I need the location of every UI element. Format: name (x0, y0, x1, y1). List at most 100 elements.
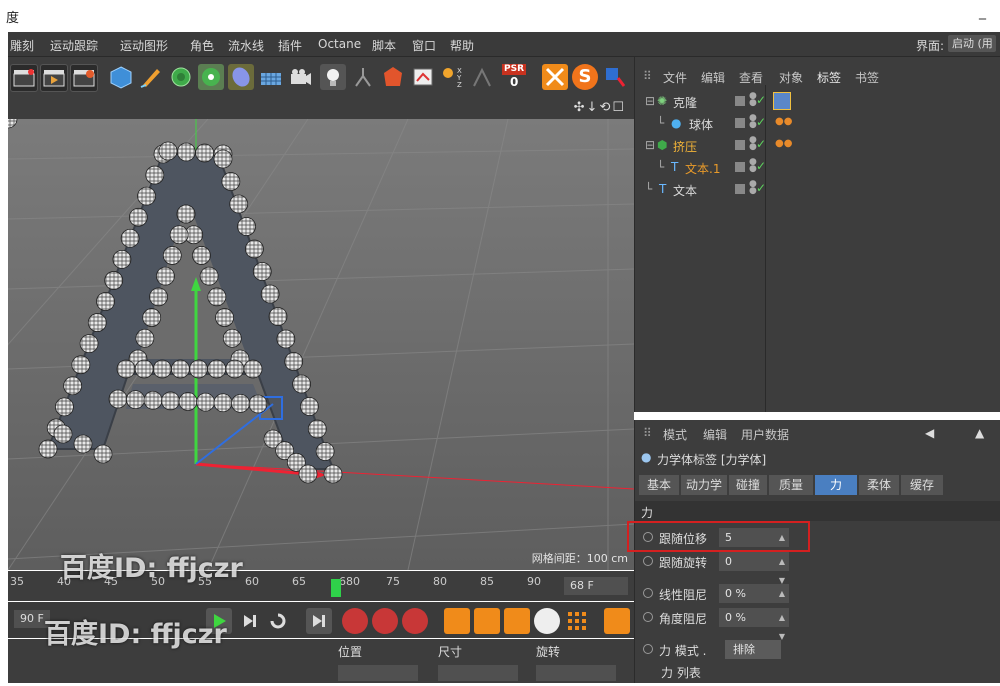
menu-item-motion-tracking[interactable]: 运动跟踪 (50, 37, 98, 54)
xyz-axis-icon[interactable]: XYZ (440, 64, 466, 90)
auto-key-icon[interactable] (372, 608, 398, 634)
tree-toggle-icon[interactable]: ⊟ (645, 94, 655, 108)
enabled-check-icon[interactable]: ✓ (756, 93, 766, 107)
scale-tool-icon[interactable] (474, 608, 500, 634)
render-view-icon[interactable] (10, 64, 38, 92)
tag-icon[interactable] (380, 64, 406, 90)
psr-icon[interactable]: PSR 0 (500, 64, 530, 90)
subtab-collision[interactable]: 碰撞 (729, 475, 767, 495)
menu-item-sculpt[interactable]: 雕刻 (10, 37, 34, 54)
linear-damping-field[interactable]: 0 %▲▼ (719, 584, 789, 617)
coordinate-system-icon[interactable] (470, 64, 496, 90)
point-level-icon[interactable] (564, 608, 590, 634)
am-tab-user-data[interactable]: 用户数据 (741, 426, 789, 443)
angular-damping-field[interactable]: 0 % ▲ ▼ (719, 608, 789, 641)
subtab-soft-body[interactable]: 柔体 (859, 475, 899, 495)
sphere-clone (104, 271, 124, 290)
menu-item-octane[interactable]: Octane (318, 37, 361, 51)
animate-radio[interactable] (643, 556, 653, 566)
subdivision-surface-icon[interactable] (168, 64, 194, 90)
menu-item-character[interactable]: 角色 (190, 37, 214, 54)
move-tool-icon[interactable] (444, 608, 470, 634)
object-row-sphere[interactable]: └ ● 球体 ● ● ✓ ●● (641, 113, 995, 133)
timeline-tick: 90 (527, 575, 541, 588)
menu-item-plugins[interactable]: 插件 (278, 37, 302, 54)
up-arrow-icon[interactable]: ▲ (975, 426, 984, 440)
animate-radio[interactable] (643, 612, 653, 622)
subtab-dynamics[interactable]: 动力学 (681, 475, 727, 495)
animate-radio[interactable] (643, 644, 653, 654)
subtab-mass[interactable]: 质量 (769, 475, 813, 495)
om-tab-tags[interactable]: 标签 (817, 69, 841, 86)
menu-item-pipeline[interactable]: 流水线 (228, 37, 264, 54)
timeline-playhead[interactable] (331, 579, 341, 597)
tree-toggle-icon[interactable]: ⊟ (645, 138, 655, 152)
material-tag-icon[interactable]: ●● (775, 116, 792, 127)
light-icon[interactable] (320, 64, 346, 90)
layer-icon (735, 140, 745, 150)
material-tag-icon[interactable]: ●● (775, 138, 792, 149)
follow-rotation-field[interactable]: 0 ▲ ▼ (719, 552, 789, 585)
om-tab-edit[interactable]: 编辑 (701, 69, 725, 86)
cube-primitive-icon[interactable] (108, 64, 134, 90)
goto-end-button[interactable] (306, 608, 332, 634)
menu-item-help[interactable]: 帮助 (450, 37, 474, 54)
enable-axis-icon[interactable] (602, 64, 628, 90)
size-field[interactable] (438, 665, 518, 681)
enabled-check-icon[interactable]: ✓ (756, 159, 766, 173)
sphere-clone (323, 464, 343, 484)
rotation-header: 旋转 (536, 645, 561, 659)
sketch-icon[interactable] (410, 64, 436, 90)
camera-icon[interactable] (288, 64, 314, 90)
sphere-clone (120, 228, 140, 248)
character-icon[interactable] (350, 64, 376, 90)
rotation-field[interactable] (536, 665, 616, 681)
force-mode-dropdown[interactable]: 排除 (725, 640, 781, 659)
text-spline-icon: T (671, 160, 679, 174)
viewport-nav-controls[interactable]: ✣↓⟲☐ (574, 100, 626, 115)
rotate-tool-icon[interactable] (504, 608, 530, 634)
menu-item-mograph[interactable]: 运动图形 (120, 37, 168, 54)
om-tab-objects[interactable]: 对象 (779, 69, 803, 86)
om-tab-file[interactable]: 文件 (663, 69, 687, 86)
object-row-extrude[interactable]: ⊟ ⬢ 挤压 ● ● ✓ ●● (641, 135, 995, 155)
next-frame-button[interactable] (236, 608, 262, 634)
timeline-window-icon[interactable] (604, 608, 630, 634)
object-row-cloner[interactable]: ⊟ ✺ 克隆 ● ● ✓ (641, 91, 995, 111)
3d-viewport[interactable]: 网格间距：100 cm (8, 119, 634, 570)
object-row-text1[interactable]: └ T 文本.1 ● ● ✓ (641, 157, 995, 177)
keyframe-help-icon[interactable] (402, 608, 428, 634)
object-row-text[interactable]: └ T 文本 ● ● ✓ (641, 179, 995, 199)
pen-tool-icon[interactable] (138, 64, 164, 90)
interface-dropdown[interactable]: 启动 (用 (948, 35, 996, 52)
back-arrow-icon[interactable]: ◀ (925, 426, 934, 440)
render-settings-icon[interactable] (70, 64, 98, 92)
minimize-button[interactable]: _ (979, 4, 986, 20)
snap-settings-icon[interactable] (542, 64, 568, 90)
parameter-key-icon[interactable] (534, 608, 560, 634)
am-tab-edit[interactable]: 编辑 (703, 426, 727, 443)
enabled-check-icon[interactable]: ✓ (756, 115, 766, 129)
enabled-check-icon[interactable]: ✓ (756, 137, 766, 151)
mograph-cloner-icon[interactable] (198, 64, 224, 90)
om-tab-bookmarks[interactable]: 书签 (855, 69, 879, 86)
snap-icon[interactable]: S (572, 64, 598, 90)
position-field[interactable] (338, 665, 418, 681)
enabled-check-icon[interactable]: ✓ (756, 181, 766, 195)
animate-radio[interactable] (643, 588, 653, 598)
menu-item-window[interactable]: 窗口 (412, 37, 436, 54)
subtab-basic[interactable]: 基本 (639, 475, 679, 495)
dynamics-tag-icon[interactable] (773, 92, 791, 110)
subtab-force[interactable]: 力 (815, 475, 857, 495)
floor-object-icon[interactable] (258, 64, 284, 90)
current-frame-field[interactable]: 68 F (564, 577, 628, 595)
render-active-icon[interactable] (40, 64, 68, 92)
sphere-clone (213, 149, 233, 169)
record-keyframe-icon[interactable] (342, 608, 368, 634)
loop-button[interactable] (264, 608, 290, 634)
deformer-icon[interactable] (228, 64, 254, 90)
subtab-cache[interactable]: 缓存 (901, 475, 943, 495)
om-tab-view[interactable]: 查看 (739, 69, 763, 86)
am-tab-mode[interactable]: 模式 (663, 426, 687, 443)
menu-item-script[interactable]: 脚本 (372, 37, 396, 54)
